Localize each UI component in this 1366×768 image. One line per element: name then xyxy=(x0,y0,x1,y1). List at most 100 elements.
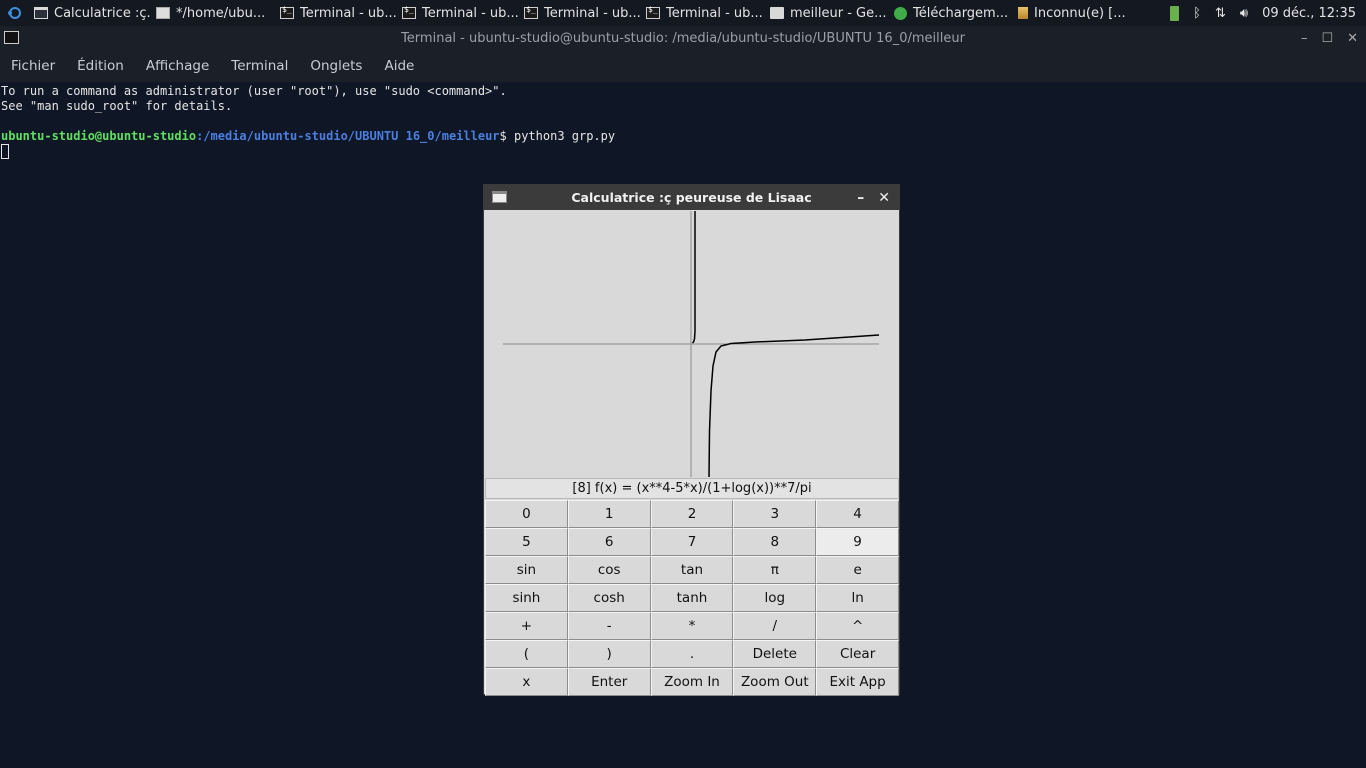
calc-button[interactable]: ) xyxy=(567,640,651,668)
taskbar-item[interactable]: Terminal - ub... xyxy=(520,0,642,26)
calc-button[interactable]: x xyxy=(485,668,568,696)
terminal-menubar: Fichier Édition Affichage Terminal Onglets Ai… xyxy=(0,50,1366,82)
prompt-user: ubuntu-studio@ubuntu-studio xyxy=(1,129,197,143)
calc-button[interactable]: 3 xyxy=(733,500,817,528)
button-grid: 0 1 2 3 4 5 6 7 8 9 sin cos tan π e sinh cosh tanh log ln + -… xyxy=(485,500,899,696)
minimize-icon[interactable]: – xyxy=(1301,31,1308,46)
calc-button[interactable]: / xyxy=(733,612,817,640)
calc-button[interactable]: ( xyxy=(485,640,568,668)
close-icon[interactable]: ✕ xyxy=(878,190,890,206)
formula-display: [8] f(x) = (x**4-5*x)/(1+log(x))**7/pi xyxy=(485,478,899,499)
taskbar-item[interactable]: meilleur - Ge... xyxy=(766,0,890,26)
curve-left-branch xyxy=(691,211,696,344)
calc-button[interactable]: + xyxy=(485,612,568,640)
terminal-icon xyxy=(524,5,538,19)
calc-button[interactable]: log xyxy=(733,584,817,612)
taskbar-item[interactable]: */home/ubu... xyxy=(152,0,276,26)
task-list: Calculatrice :ç... */home/ubu... Terminal … xyxy=(30,0,1134,26)
taskbar-item[interactable]: Terminal - ub... xyxy=(642,0,766,26)
app-menu-button[interactable] xyxy=(0,0,30,26)
calc-button[interactable]: 4 xyxy=(816,500,899,528)
calc-button[interactable]: tanh xyxy=(650,584,734,612)
taskbar-item[interactable]: Inconnu(e) [... xyxy=(1014,0,1134,26)
menu-item[interactable]: Onglets xyxy=(310,58,362,74)
calc-button[interactable]: 8 xyxy=(733,528,817,556)
calc-button[interactable]: sinh xyxy=(485,584,568,612)
calc-button[interactable]: Zoom Out xyxy=(733,668,817,696)
menu-item[interactable]: Affichage xyxy=(146,58,209,74)
calc-button[interactable]: cos xyxy=(567,556,651,584)
calc-button[interactable]: . xyxy=(650,640,734,668)
output-line: See "man sudo_root" for details. xyxy=(1,99,233,113)
calc-button[interactable]: cosh xyxy=(567,584,651,612)
curve-right-branch xyxy=(708,334,880,478)
calc-button[interactable]: * xyxy=(650,612,734,640)
calc-button[interactable]: Clear xyxy=(816,640,899,668)
download-icon xyxy=(894,6,907,20)
calc-button[interactable]: 2 xyxy=(650,500,734,528)
taskbar-item-label: Inconnu(e) [... xyxy=(1034,5,1126,21)
taskbar-item[interactable]: Terminal - ub... xyxy=(398,0,520,26)
close-icon[interactable]: ✕ xyxy=(1347,31,1358,46)
taskbar-item[interactable]: Terminal - ub... xyxy=(276,0,398,26)
calc-button[interactable]: sin xyxy=(485,556,568,584)
calculator-titlebar[interactable]: Calculatrice :ç peureuse de Lisaac – ✕ xyxy=(484,185,899,210)
calc-button[interactable]: Exit App xyxy=(816,668,899,696)
calc-button[interactable]: π xyxy=(733,556,817,584)
top-panel: Calculatrice :ç... */home/ubu... Terminal … xyxy=(0,0,1366,26)
calc-button[interactable]: 5 xyxy=(485,528,568,556)
calc-button[interactable]: 0 xyxy=(485,500,568,528)
taskbar-item-label: Téléchargem... xyxy=(913,5,1009,21)
terminal-icon xyxy=(646,5,660,19)
prompt-line: ubuntu-studio@ubuntu-studio:/media/ubunt… xyxy=(1,129,1365,144)
menu-item[interactable]: Aide xyxy=(384,58,414,74)
calc-button[interactable]: Delete xyxy=(733,640,817,668)
terminal-titlebar: Terminal - ubuntu-studio@ubuntu-studio: … xyxy=(0,26,1366,50)
calc-button[interactable]: 7 xyxy=(650,528,734,556)
calc-button[interactable]: e xyxy=(816,556,899,584)
menu-item[interactable]: Terminal xyxy=(231,58,288,74)
system-tray: ᛒ ⇅ 🔊︎ 09 déc., 12:35 xyxy=(1170,0,1366,26)
minimize-icon[interactable]: – xyxy=(857,190,864,206)
prompt-path: :/media/ubuntu-studio/UBUNTU 16_0/meille… xyxy=(196,129,500,143)
bluetooth-icon[interactable]: ᛒ xyxy=(1193,6,1201,21)
taskbar-item[interactable]: Calculatrice :ç... xyxy=(30,0,152,26)
menu-item[interactable]: Édition xyxy=(77,58,124,74)
network-icon[interactable]: ⇅ xyxy=(1215,6,1226,21)
calc-button[interactable]: ln xyxy=(816,584,899,612)
calc-button[interactable]: 1 xyxy=(567,500,651,528)
maximize-icon[interactable]: ☐ xyxy=(1321,31,1333,46)
graph-canvas[interactable] xyxy=(485,211,899,478)
ubuntu-studio-logo-icon xyxy=(8,7,21,19)
calc-button[interactable]: - xyxy=(567,612,651,640)
folder-icon xyxy=(770,7,784,19)
battery-icon[interactable] xyxy=(1170,5,1180,21)
calc-button[interactable]: tan xyxy=(650,556,734,584)
volume-icon[interactable]: 🔊︎ xyxy=(1240,6,1248,21)
calc-button[interactable]: 9 xyxy=(816,528,899,556)
taskbar-item-label: Calculatrice :ç... xyxy=(54,5,152,21)
taskbar-item[interactable]: Téléchargem... xyxy=(890,0,1014,26)
output-line: To run a command as administrator (user … xyxy=(1,84,507,98)
prompt-command: $ python3 grp.py xyxy=(499,129,616,143)
calculator-window: Calculatrice :ç peureuse de Lisaac – ✕ [… xyxy=(483,184,900,696)
music-icon xyxy=(1018,7,1028,19)
terminal-title: Terminal - ubuntu-studio@ubuntu-studio: … xyxy=(401,30,965,46)
window-icon xyxy=(34,7,48,19)
terminal-window-icon[interactable] xyxy=(4,31,19,44)
text-cursor xyxy=(1,144,9,159)
graph-plot xyxy=(503,211,880,478)
taskbar-item-label: Terminal - ub... xyxy=(544,5,641,21)
calc-button[interactable]: ^ xyxy=(816,612,899,640)
taskbar-item-label: */home/ubu... xyxy=(176,5,266,21)
menu-item[interactable]: Fichier xyxy=(11,58,55,74)
calc-button[interactable]: Zoom In xyxy=(650,668,734,696)
taskbar-item-label: Terminal - ub... xyxy=(422,5,519,21)
clock[interactable]: 09 déc., 12:35 xyxy=(1262,6,1356,21)
taskbar-item-label: meilleur - Ge... xyxy=(790,5,887,21)
calc-button[interactable]: Enter xyxy=(567,668,651,696)
calculator-window-icon[interactable] xyxy=(492,191,507,203)
taskbar-item-label: Terminal - ub... xyxy=(666,5,763,21)
calc-button[interactable]: 6 xyxy=(567,528,651,556)
